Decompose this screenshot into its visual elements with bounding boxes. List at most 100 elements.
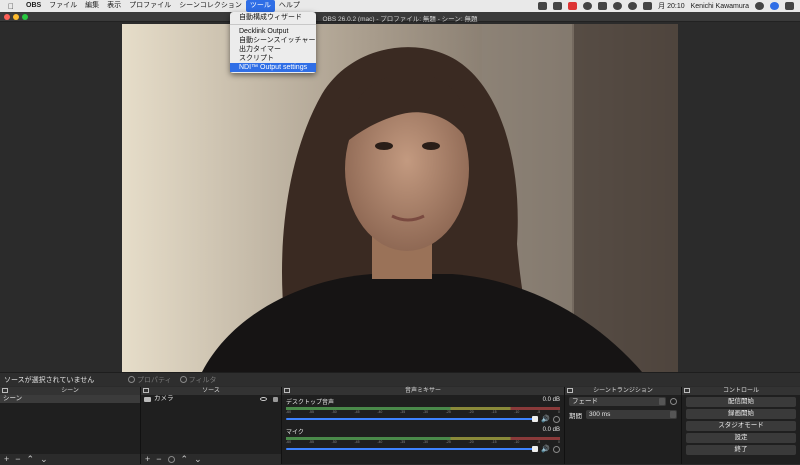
dock-float-icon[interactable] bbox=[2, 388, 8, 393]
control-center-icon[interactable] bbox=[785, 2, 794, 10]
record-icon[interactable] bbox=[568, 2, 578, 10]
wifi-icon[interactable] bbox=[628, 2, 638, 10]
tick-label: -60 bbox=[286, 410, 292, 414]
audio-mixer-dock-header[interactable]: 音声ミキサー bbox=[282, 387, 564, 395]
filters-label: フィルタ bbox=[188, 376, 217, 384]
sources-dock-header[interactable]: ソース bbox=[141, 387, 281, 395]
menu-help[interactable]: ヘルプ bbox=[275, 0, 304, 12]
clock[interactable]: 月 20:10 bbox=[658, 1, 684, 11]
move-scene-down-button[interactable]: ⌄ bbox=[40, 454, 48, 465]
add-scene-button[interactable]: + bbox=[4, 454, 9, 464]
camera-preview[interactable] bbox=[122, 24, 678, 372]
tick-label: 0 bbox=[558, 410, 560, 414]
tick-label: 0 bbox=[558, 440, 560, 444]
filter-icon bbox=[179, 376, 187, 383]
menu-item-auto-scene-switcher[interactable]: 自動シーンスイッチャー bbox=[230, 36, 316, 45]
source-list-item[interactable]: カメラ bbox=[141, 395, 281, 403]
timer-icon[interactable] bbox=[583, 2, 593, 10]
battery-icon[interactable] bbox=[643, 2, 653, 10]
tick-label: -15 bbox=[491, 410, 497, 414]
dock-float-icon[interactable] bbox=[684, 388, 690, 393]
lock-icon[interactable] bbox=[273, 396, 278, 402]
transitions-dock-header[interactable]: シーントランジション bbox=[565, 387, 681, 395]
filters-button[interactable]: フィルタ bbox=[179, 375, 217, 385]
channel-settings-gear-icon[interactable] bbox=[553, 415, 560, 423]
duration-input[interactable]: 300 ms bbox=[586, 410, 677, 419]
controls-dock-header[interactable]: コントロール bbox=[682, 387, 800, 395]
menu-file[interactable]: ファイル bbox=[45, 0, 81, 12]
source-name: カメラ bbox=[154, 395, 174, 402]
transition-select[interactable]: フェード bbox=[569, 397, 666, 406]
menu-bar:  OBS ファイル 編集 表示 プロファイル シーンコレクション ツール ヘル… bbox=[0, 0, 800, 12]
transition-settings-gear-icon[interactable] bbox=[670, 398, 677, 405]
speaker-icon[interactable]: 🔊 bbox=[541, 445, 550, 453]
source-settings-gear-icon[interactable] bbox=[167, 455, 175, 463]
scenes-dock: シーン シーン + − ⌃ ⌄ bbox=[0, 387, 141, 464]
channel-name: デスクトップ音声 bbox=[286, 400, 335, 406]
scene-list-item[interactable]: シーン bbox=[0, 395, 140, 403]
add-source-button[interactable]: + bbox=[145, 454, 150, 464]
settings-button[interactable]: 設定 bbox=[686, 432, 796, 443]
volume-slider-handle[interactable] bbox=[532, 446, 539, 452]
volume-slider[interactable] bbox=[286, 446, 539, 452]
display-icon[interactable] bbox=[598, 2, 608, 10]
move-source-down-button[interactable]: ⌄ bbox=[194, 454, 202, 465]
studio-mode-button[interactable]: スタジオモード bbox=[686, 420, 796, 431]
menu-item-scripts[interactable]: スクリプト bbox=[230, 54, 316, 63]
visibility-eye-icon[interactable] bbox=[260, 397, 267, 401]
dock-float-icon[interactable] bbox=[567, 388, 573, 393]
volume-fader: 🔊 bbox=[286, 445, 560, 453]
menu-item-decklink-output[interactable]: Decklink Output bbox=[230, 27, 316, 36]
bluetooth-icon[interactable] bbox=[613, 2, 623, 10]
menu-app-name[interactable]: OBS bbox=[22, 0, 45, 12]
volume-slider[interactable] bbox=[286, 416, 539, 422]
start-recording-button[interactable]: 録画開始 bbox=[686, 408, 796, 419]
remove-scene-button[interactable]: − bbox=[15, 454, 20, 464]
channel-settings-gear-icon[interactable] bbox=[553, 445, 560, 453]
user-name[interactable]: Kenichi Kawamura bbox=[691, 3, 749, 10]
menu-edit[interactable]: 編集 bbox=[81, 0, 103, 12]
scene-name: シーン bbox=[3, 395, 23, 402]
gear-icon bbox=[128, 376, 135, 383]
menu-profile[interactable]: プロファイル bbox=[125, 0, 175, 12]
properties-button[interactable]: プロパティ bbox=[128, 375, 172, 385]
move-source-up-button[interactable]: ⌃ bbox=[181, 454, 189, 465]
tick-label: -35 bbox=[400, 410, 406, 414]
tick-label: -45 bbox=[354, 410, 360, 414]
siri-icon[interactable] bbox=[770, 2, 779, 10]
tick-label: -30 bbox=[422, 410, 429, 414]
sources-dock: ソース カメラ + − ⌃ ⌄ bbox=[141, 387, 282, 464]
exit-button[interactable]: 終了 bbox=[686, 444, 796, 455]
duration-label: 期間 bbox=[569, 412, 582, 420]
preview-area bbox=[0, 22, 800, 372]
scenes-dock-footer: + − ⌃ ⌄ bbox=[0, 454, 140, 464]
apple-icon[interactable]:  bbox=[0, 2, 22, 11]
volume-slider-handle[interactable] bbox=[532, 416, 539, 422]
menu-item-output-timer[interactable]: 出力タイマー bbox=[230, 45, 316, 54]
dock-float-icon[interactable] bbox=[284, 388, 290, 393]
move-scene-up-button[interactable]: ⌃ bbox=[27, 454, 35, 465]
controls-dock: コントロール 配信開始 録画開始 スタジオモード 設定 終了 bbox=[682, 387, 800, 464]
tick-label: -5 bbox=[537, 410, 541, 414]
tick-label: -45 bbox=[354, 440, 360, 444]
speaker-icon[interactable]: 🔊 bbox=[541, 415, 550, 423]
menu-view[interactable]: 表示 bbox=[103, 0, 125, 12]
start-streaming-button[interactable]: 配信開始 bbox=[686, 396, 796, 407]
tools-menu: 自動構成ウィザード Decklink Output 自動シーンスイッチャー 出力… bbox=[230, 12, 316, 73]
dock-float-icon[interactable] bbox=[143, 388, 149, 393]
scenes-dock-header[interactable]: シーン bbox=[0, 387, 140, 395]
menu-item-auto-config-wizard[interactable]: 自動構成ウィザード bbox=[230, 13, 316, 22]
dropbox-icon[interactable] bbox=[538, 2, 548, 10]
stepper-icon[interactable] bbox=[670, 411, 676, 418]
menu-tools[interactable]: ツール bbox=[245, 0, 275, 12]
tick-label: -55 bbox=[308, 410, 314, 414]
search-icon[interactable] bbox=[755, 2, 764, 10]
sources-dock-footer: + − ⌃ ⌄ bbox=[141, 454, 281, 464]
menu-item-ndi-output-settings[interactable]: NDI™ Output settings bbox=[230, 63, 316, 72]
menu-scene-collection[interactable]: シーンコレクション bbox=[175, 0, 246, 12]
remove-source-button[interactable]: − bbox=[156, 454, 161, 464]
tick-label: -10 bbox=[514, 440, 520, 444]
screen-icon[interactable] bbox=[553, 2, 563, 10]
sources-dock-title: ソース bbox=[202, 388, 220, 394]
channel-name: マイク bbox=[286, 430, 304, 436]
